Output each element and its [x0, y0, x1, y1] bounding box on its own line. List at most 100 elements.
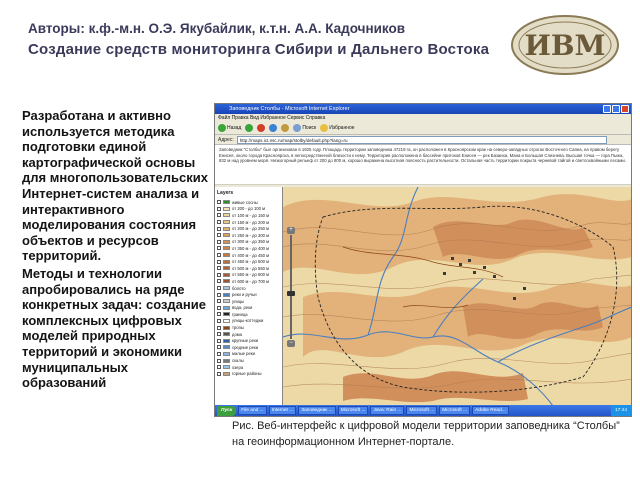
layer-item[interactable]: от 150 м - до 200 м: [217, 219, 280, 226]
taskbar-task[interactable]: Microsoft ...: [337, 406, 369, 415]
description-text: Разработана и активно используется метод…: [22, 108, 208, 391]
layer-checkbox[interactable]: [217, 259, 221, 264]
layer-item[interactable]: от 400 м - до 450 м: [217, 252, 280, 259]
layer-item[interactable]: скалы: [217, 357, 280, 364]
layer-item[interactable]: от 250 м - до 300 м: [217, 232, 280, 239]
layer-item[interactable]: горные районы: [217, 370, 280, 377]
layer-checkbox[interactable]: [217, 305, 221, 310]
layer-label: горные районы: [232, 371, 262, 377]
layer-checkbox[interactable]: [217, 206, 221, 211]
layer-item[interactable]: от 350 м - до 400 м: [217, 245, 280, 252]
taskbar-task[interactable]: Microsoft ...: [439, 406, 471, 415]
layer-label: от 300 м - до 350 м: [232, 239, 270, 245]
zoom-slider-handle[interactable]: [287, 291, 295, 296]
layer-item[interactable]: озера: [217, 364, 280, 371]
layer-checkbox[interactable]: [217, 226, 221, 231]
layer-item[interactable]: от 600 м - до 700 м: [217, 278, 280, 285]
search-button[interactable]: Поиск: [293, 123, 316, 133]
layer-item[interactable]: от 100 м - до 150 м: [217, 212, 280, 219]
layer-item[interactable]: от 200 - до 100 м: [217, 206, 280, 213]
layer-checkbox[interactable]: [217, 371, 221, 376]
topographic-map[interactable]: + −: [283, 187, 631, 406]
layer-item[interactable]: реки и ручьи: [217, 291, 280, 298]
map-canvas: [283, 187, 631, 406]
taskbar-task[interactable]: Java: Rain ...: [370, 406, 405, 415]
minimize-icon[interactable]: [603, 105, 611, 113]
layer-swatch: [223, 213, 230, 218]
layer-item[interactable]: дома: [217, 331, 280, 338]
address-input[interactable]: http://maps.ict.nsc.ru/map/stolby/defaul…: [236, 135, 607, 144]
layer-checkbox[interactable]: [217, 332, 221, 337]
layer-checkbox[interactable]: [217, 345, 221, 350]
layer-item[interactable]: крупные реки: [217, 337, 280, 344]
ie-menu-bar[interactable]: Файл Правка Вид Избранное Сервис Справка: [215, 114, 631, 122]
layer-checkbox[interactable]: [217, 351, 221, 356]
slide-header: Авторы: к.ф.-м.н. О.Э. Якубайлик, к.т.н.…: [28, 20, 508, 59]
layer-checkbox[interactable]: [217, 239, 221, 244]
layer-checkbox[interactable]: [217, 279, 221, 284]
layer-checkbox[interactable]: [217, 365, 221, 370]
taskbar-task[interactable]: File and ...: [238, 406, 267, 415]
maximize-icon[interactable]: [612, 105, 620, 113]
layer-swatch: [223, 220, 230, 225]
layer-label: средние реки: [232, 344, 259, 350]
forward-button[interactable]: [245, 123, 254, 133]
home-button[interactable]: [281, 123, 290, 133]
layer-item[interactable]: улицы-коттеджи: [217, 318, 280, 325]
layer-checkbox[interactable]: [217, 266, 221, 271]
zoom-in-button[interactable]: +: [287, 227, 295, 234]
layer-checkbox[interactable]: [217, 318, 221, 323]
layer-item[interactable]: болото: [217, 285, 280, 292]
layer-checkbox[interactable]: [217, 200, 221, 205]
stop-button[interactable]: [257, 123, 266, 133]
layer-item[interactable]: от 450 м - до 500 м: [217, 258, 280, 265]
taskbar-task[interactable]: Заповедник ...: [298, 406, 336, 415]
layer-checkbox[interactable]: [217, 299, 221, 304]
layer-label: от 400 м - до 450 м: [232, 252, 270, 258]
paragraph-methodology: Разработана и активно используется метод…: [22, 108, 208, 264]
layer-label: вода, реки: [232, 305, 253, 311]
close-icon[interactable]: [621, 105, 629, 113]
layer-item[interactable]: от 550 м - до 600 м: [217, 272, 280, 279]
layer-item[interactable]: вода, реки: [217, 305, 280, 312]
zoom-control[interactable]: + −: [287, 227, 295, 347]
layer-checkbox[interactable]: [217, 246, 221, 251]
layer-item[interactable]: от 300 м - до 350 м: [217, 239, 280, 246]
layer-checkbox[interactable]: [217, 272, 221, 277]
back-arrow-icon: [218, 124, 226, 132]
taskbar-task[interactable]: Internet ...: [268, 406, 297, 415]
layer-checkbox[interactable]: [217, 213, 221, 218]
taskbar-task[interactable]: Adobe Read...: [472, 406, 509, 415]
forward-arrow-icon: [245, 124, 254, 132]
layer-item[interactable]: тропы: [217, 324, 280, 331]
layer-checkbox[interactable]: [217, 253, 221, 258]
layer-item[interactable]: живые сосны: [217, 199, 280, 206]
refresh-button[interactable]: [269, 123, 278, 133]
layer-swatch: [223, 325, 230, 330]
layer-label: дома: [232, 331, 242, 337]
taskbar-task[interactable]: Microsoft ...: [406, 406, 438, 415]
layer-item[interactable]: от 500 м - до 550 м: [217, 265, 280, 272]
layer-checkbox[interactable]: [217, 358, 221, 363]
layer-checkbox[interactable]: [217, 338, 221, 343]
layer-item[interactable]: граница: [217, 311, 280, 318]
authors-line: Авторы: к.ф.-м.н. О.Э. Якубайлик, к.т.н.…: [28, 21, 406, 36]
home-icon: [281, 124, 290, 132]
layer-checkbox[interactable]: [217, 233, 221, 238]
layer-checkbox[interactable]: [217, 325, 221, 330]
back-button[interactable]: Назад: [218, 123, 241, 133]
zoom-out-button[interactable]: −: [287, 340, 295, 347]
start-button[interactable]: Пуск: [217, 405, 237, 416]
layer-checkbox[interactable]: [217, 292, 221, 297]
layer-item[interactable]: от 200 м - до 250 м: [217, 225, 280, 232]
layer-item[interactable]: средние реки: [217, 344, 280, 351]
layer-item[interactable]: малые реки: [217, 351, 280, 358]
layer-item[interactable]: улицы: [217, 298, 280, 305]
star-icon: [320, 124, 329, 132]
favorites-button[interactable]: Избранное: [320, 123, 355, 133]
layer-checkbox[interactable]: [217, 220, 221, 225]
address-label: Адрес:: [218, 136, 234, 143]
layer-checkbox[interactable]: [217, 286, 221, 291]
layer-swatch: [223, 200, 230, 205]
layer-checkbox[interactable]: [217, 312, 221, 317]
